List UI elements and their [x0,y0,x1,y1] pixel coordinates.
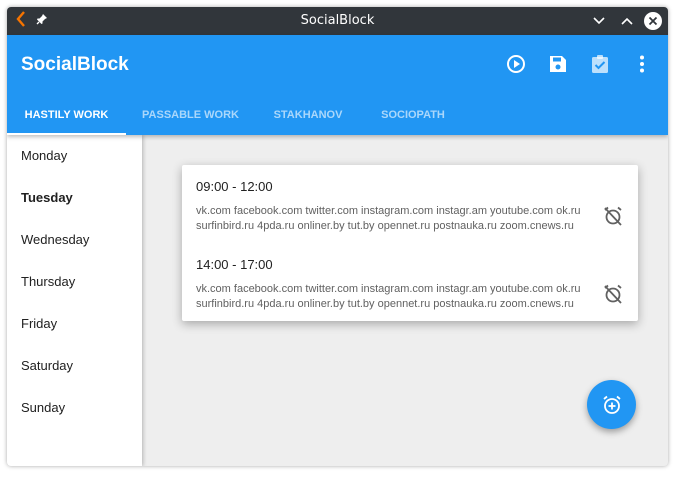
save-icon [550,56,566,72]
day-item-tuesday[interactable]: Tuesday [7,177,142,219]
tab-sociopath[interactable]: SOCIOPATH [361,95,465,135]
day-item-wednesday[interactable]: Wednesday [7,219,142,261]
day-item-thursday[interactable]: Thursday [7,261,142,303]
window-titlebar: SocialBlock [7,7,668,35]
chevron-down-icon [593,17,605,25]
slot-sites: vk.com facebook.com twitter.com instagra… [196,283,581,310]
close-button[interactable] [644,12,662,30]
more-vert-icon [640,55,644,73]
save-button[interactable] [546,52,570,76]
minimize-button[interactable] [588,10,610,32]
tab-passable-work[interactable]: PASSABLE WORK [126,95,255,135]
slot-time: 09:00 - 12:00 [196,179,273,194]
more-options-button[interactable] [630,52,654,76]
day-item-monday[interactable]: Monday [7,135,142,177]
day-item-friday[interactable]: Friday [7,303,142,345]
chevron-up-icon [621,17,633,25]
app-bar: SocialBlock HASTILY WORK PASSABLE WORK S… [7,35,668,135]
clipboard-check-icon [592,55,608,73]
add-alarm-icon [602,395,621,414]
schedule-slot: 09:00 - 12:00 vk.com facebook.com twitte… [196,179,624,234]
app-window: SocialBlock SocialBlock HASTILY WORK PAS… [7,7,668,466]
maximize-button[interactable] [616,10,638,32]
app-title: SocialBlock [21,54,129,75]
disable-alarm-button[interactable] [602,205,624,227]
window-title: SocialBlock [300,13,375,28]
start-button[interactable] [504,52,528,76]
day-list: Monday Tuesday Wednesday Thursday Friday… [7,135,142,466]
schedule-card: 09:00 - 12:00 vk.com facebook.com twitte… [182,165,638,321]
close-icon [648,16,658,26]
slot-time: 14:00 - 17:00 [196,257,273,272]
tab-stakhanov[interactable]: STAKHANOV [255,95,361,135]
slot-sites: vk.com facebook.com twitter.com instagra… [196,205,581,232]
alarm-off-icon [604,284,622,304]
alarm-off-icon [604,206,622,226]
disable-alarm-button[interactable] [602,283,624,305]
play-circle-icon [507,55,525,73]
day-item-sunday[interactable]: Sunday [7,387,142,429]
tab-bar: HASTILY WORK PASSABLE WORK STAKHANOV SOC… [7,95,465,135]
tab-hastily-work[interactable]: HASTILY WORK [7,95,126,135]
day-item-saturday[interactable]: Saturday [7,345,142,387]
schedule-slot: 14:00 - 17:00 vk.com facebook.com twitte… [196,257,624,312]
assignment-button[interactable] [588,52,612,76]
add-alarm-button[interactable] [587,380,636,429]
